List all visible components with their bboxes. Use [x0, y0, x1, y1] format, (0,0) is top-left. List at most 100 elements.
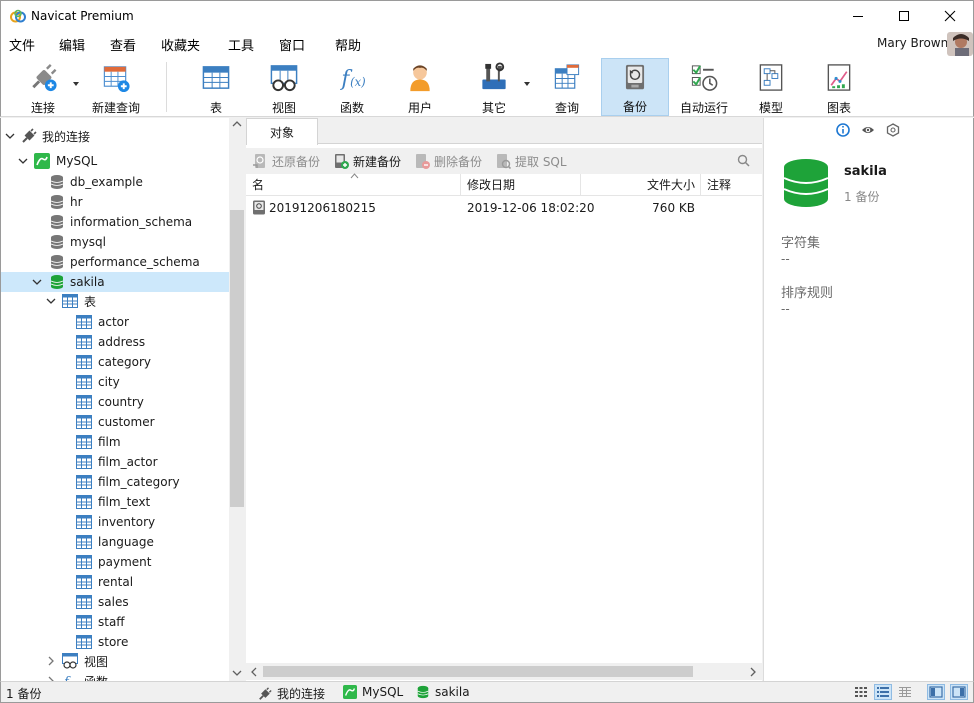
- tree-table-item[interactable]: country: [1, 392, 229, 412]
- tree-table-item[interactable]: payment: [1, 552, 229, 572]
- view-button[interactable]: 视图: [263, 58, 305, 116]
- tree-table-label: actor: [98, 315, 129, 329]
- column-modified[interactable]: 修改日期: [461, 174, 581, 196]
- tree-table-item[interactable]: actor: [1, 312, 229, 332]
- tree-db-item[interactable]: information_schema: [1, 212, 229, 232]
- tree-db-item[interactable]: hr: [1, 192, 229, 212]
- tree-table-item[interactable]: address: [1, 332, 229, 352]
- maximize-button[interactable]: [881, 1, 927, 31]
- connect-button[interactable]: 连接: [15, 58, 71, 116]
- tree-table-item[interactable]: city: [1, 372, 229, 392]
- tree-db-label: information_schema: [70, 215, 193, 229]
- new-query-button[interactable]: 新建查询: [87, 58, 145, 116]
- tree-table-item[interactable]: film_text: [1, 492, 229, 512]
- info-icon[interactable]: [836, 123, 850, 137]
- ddl-hexagon-icon[interactable]: [886, 123, 900, 137]
- function-button[interactable]: f (x) 函数: [331, 58, 373, 116]
- menu-edit[interactable]: 编辑: [59, 35, 85, 54]
- chart-button[interactable]: 图表: [818, 58, 860, 116]
- tree-group-functions[interactable]: f 函数: [1, 671, 229, 681]
- scroll-right-icon[interactable]: [749, 667, 757, 677]
- tree-connection-mysql[interactable]: MySQL: [1, 151, 229, 171]
- menu-view[interactable]: 查看: [110, 35, 136, 54]
- tree-table-item[interactable]: rental: [1, 572, 229, 592]
- chevron-right-icon[interactable]: [46, 656, 56, 666]
- chevron-down-icon[interactable]: [46, 296, 56, 306]
- chevron-down-icon[interactable]: [5, 131, 15, 141]
- table-button[interactable]: 表: [195, 58, 237, 116]
- avatar[interactable]: [947, 32, 973, 56]
- search-icon[interactable]: [737, 154, 750, 167]
- tree-table-item[interactable]: category: [1, 352, 229, 372]
- menu-tools[interactable]: 工具: [228, 35, 254, 54]
- tab-objects[interactable]: 对象: [246, 118, 318, 145]
- detail-view-button[interactable]: [896, 684, 914, 700]
- toggle-left-panel-button[interactable]: [927, 684, 945, 700]
- query-button[interactable]: 查询: [546, 58, 588, 116]
- other-button[interactable]: 其它: [473, 58, 515, 116]
- close-button[interactable]: [927, 1, 973, 31]
- menu-window[interactable]: 窗口: [279, 35, 305, 54]
- column-name[interactable]: 名: [246, 173, 461, 196]
- horizontal-scrollbar[interactable]: [246, 663, 762, 680]
- tree-db-item[interactable]: mysql: [1, 232, 229, 252]
- tree-group-views[interactable]: 视图: [1, 651, 229, 671]
- tree-table-item[interactable]: film_actor: [1, 452, 229, 472]
- new-backup-button[interactable]: 新建备份: [333, 152, 401, 170]
- menu-favorites[interactable]: 收藏夹: [161, 35, 200, 54]
- menu-help[interactable]: 帮助: [335, 35, 361, 54]
- list-view-button[interactable]: [874, 684, 892, 700]
- user-button[interactable]: 用户: [399, 58, 441, 116]
- table-row[interactable]: 20191206180215 2019-12-06 18:02:20 760 K…: [246, 198, 762, 218]
- tree-table-label: film: [98, 435, 121, 449]
- tree-table-item[interactable]: sales: [1, 592, 229, 612]
- tree-table-label: city: [98, 375, 120, 389]
- tree-table-item[interactable]: staff: [1, 612, 229, 632]
- list-view-icon: [877, 687, 889, 697]
- scrollbar-thumb[interactable]: [263, 666, 693, 677]
- scroll-left-icon[interactable]: [250, 667, 258, 677]
- tree-table-item[interactable]: customer: [1, 412, 229, 432]
- column-comment[interactable]: 注释: [701, 174, 762, 196]
- preview-eye-icon[interactable]: [861, 123, 875, 137]
- extract-sql-button[interactable]: 提取 SQL: [495, 152, 567, 170]
- tree-db-label: mysql: [70, 235, 106, 249]
- tree-table-item[interactable]: inventory: [1, 512, 229, 532]
- tree-db-item[interactable]: db_example: [1, 172, 229, 192]
- tree-table-item[interactable]: language: [1, 532, 229, 552]
- scrollbar-thumb[interactable]: [230, 210, 244, 507]
- backup-modified: 2019-12-06 18:02:20: [467, 201, 595, 215]
- tree-table-label: sales: [98, 595, 129, 609]
- model-button[interactable]: 模型: [750, 58, 792, 116]
- scroll-down-icon[interactable]: [232, 669, 242, 677]
- tree-table-item[interactable]: film_category: [1, 472, 229, 492]
- minimize-button[interactable]: [835, 1, 881, 31]
- other-dropdown-icon[interactable]: [523, 81, 531, 87]
- column-size[interactable]: 文件大小: [581, 174, 701, 196]
- tree-table-item[interactable]: store: [1, 632, 229, 652]
- tree-root-connections[interactable]: 我的连接: [1, 126, 229, 146]
- view-icon: [270, 65, 298, 92]
- view-label: 视图: [271, 101, 296, 115]
- tree-table-item[interactable]: film: [1, 432, 229, 452]
- user-name[interactable]: Mary Brown: [877, 36, 948, 50]
- restore-backup-button[interactable]: 还原备份: [252, 152, 320, 170]
- toggle-right-panel-button[interactable]: [950, 684, 968, 700]
- tree-db-sakila[interactable]: sakila: [1, 272, 229, 292]
- chevron-down-icon[interactable]: [32, 277, 42, 287]
- table-icon: [76, 315, 92, 329]
- chevron-down-icon[interactable]: [18, 156, 28, 166]
- backup-icon: [625, 64, 645, 90]
- tab-bar: 对象: [246, 118, 762, 145]
- automation-button[interactable]: 自动运行: [675, 58, 733, 116]
- delete-backup-button[interactable]: 删除备份: [414, 152, 482, 170]
- tree-vertical-scrollbar[interactable]: [229, 118, 244, 681]
- menu-file[interactable]: 文件: [9, 35, 35, 54]
- connect-dropdown-icon[interactable]: [72, 81, 80, 87]
- tree-db-item[interactable]: performance_schema: [1, 252, 229, 272]
- backup-button[interactable]: 备份: [601, 58, 669, 116]
- grid-view-button[interactable]: [852, 684, 870, 700]
- scroll-up-icon[interactable]: [232, 120, 242, 128]
- table-icon: [76, 375, 92, 389]
- tree-group-tables[interactable]: 表: [1, 291, 229, 311]
